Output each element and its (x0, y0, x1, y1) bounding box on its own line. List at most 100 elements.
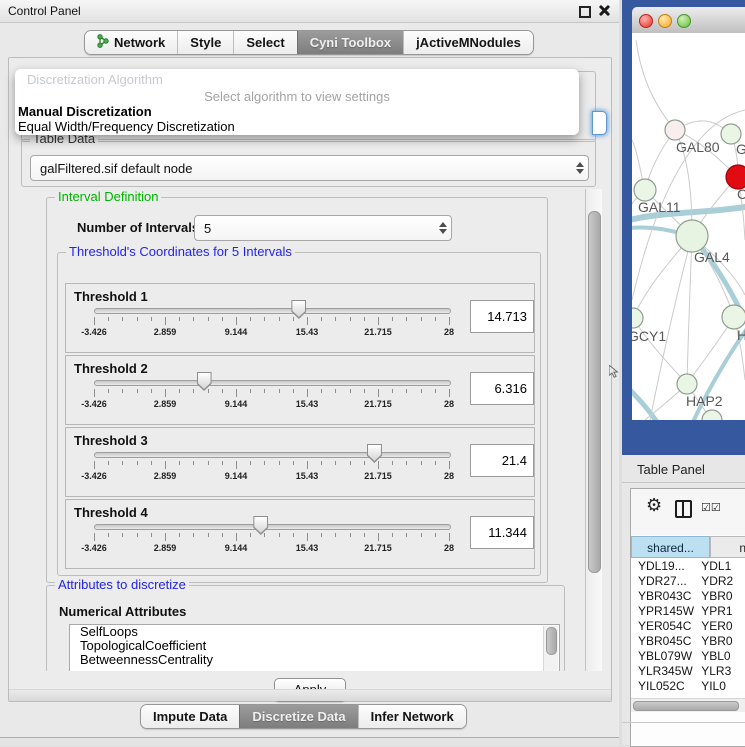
settings-scroll-area: Interval Definition Number of Intervals … (15, 189, 603, 671)
cell-name[interactable]: YER0 (696, 619, 745, 634)
algorithm-combo[interactable] (592, 111, 607, 135)
table-row-ylr345w[interactable]: YLR345WYLR3 (631, 664, 745, 679)
cell-shared-name[interactable]: YER054C (631, 619, 696, 634)
close-icon[interactable] (599, 5, 610, 16)
popup-option-manual-discretization[interactable]: Manual Discretization (18, 104, 152, 119)
algorithm-popup-hint: Select algorithm to view settings (15, 89, 579, 104)
threshold-value-field[interactable]: 14.713 (470, 300, 534, 333)
network-view-frame: GAL80GACGAL11GAL4GCY1HHAP2 (622, 0, 745, 455)
slider-track[interactable] (94, 308, 451, 314)
network-node-gal11[interactable] (634, 179, 656, 201)
slider-tick-labels: -3.4262.8599.14415.4321.71528 (94, 543, 449, 553)
threshold-value-field[interactable]: 21.4 (470, 444, 534, 477)
bottom-tab-discretize-data-label: Discretize Data (252, 709, 345, 724)
tick-label: 15.43 (296, 399, 319, 409)
split-columns-icon[interactable] (675, 500, 692, 518)
cell-name[interactable]: YBR0 (696, 634, 745, 649)
table-data-combo-value: galFiltered.sif default node (31, 161, 572, 176)
apply-button[interactable]: Apply (274, 678, 346, 702)
numerical-attributes-list[interactable]: SelfLoopsTopologicalCoefficientBetweenne… (69, 624, 560, 671)
slider-track[interactable] (94, 524, 451, 530)
table-row-ydr27[interactable]: YDR27...YDR2 (631, 574, 745, 589)
table-row-ypr145w[interactable]: YPR145WYPR1 (631, 604, 745, 619)
table-rows[interactable]: YDL19...YDL1YDR27...YDR2YBR043CYBR0YPR14… (631, 559, 745, 691)
table-row-yil052c[interactable]: YIL052CYIL0 (631, 679, 745, 691)
settings-gear-icon[interactable]: ⚙ (646, 495, 662, 516)
table-data-combo[interactable]: galFiltered.sif default node (30, 155, 589, 181)
tab-jactivemnodules[interactable]: jActiveMNodules (403, 31, 533, 54)
cell-shared-name[interactable]: YBR043C (631, 589, 696, 604)
column-header-shared-name[interactable]: shared... (631, 536, 710, 558)
threshold-panel-4: Threshold 4-3.4262.8599.14415.4321.71528… (65, 499, 535, 569)
cell-name[interactable]: YDL1 (696, 559, 745, 574)
float-window-icon[interactable] (579, 6, 591, 18)
close-traffic-light[interactable] (639, 14, 653, 28)
threshold-value-field[interactable]: 11.344 (470, 516, 534, 549)
cell-shared-name[interactable]: YBL079W (631, 649, 696, 664)
bottom-tab-impute-data[interactable]: Impute Data (141, 705, 239, 728)
network-node[interactable] (702, 410, 722, 420)
table-row-yer054c[interactable]: YER054CYER0 (631, 619, 745, 634)
cell-name[interactable]: YBR0 (696, 589, 745, 604)
node-label-hap2: HAP2 (686, 393, 723, 409)
bottom-tab-impute-data-label: Impute Data (153, 709, 227, 724)
cell-name[interactable]: YBL0 (696, 649, 745, 664)
table-row-ydl19[interactable]: YDL19...YDL1 (631, 559, 745, 574)
number-of-intervals-combo[interactable]: 5 (194, 215, 452, 241)
network-node-gal4[interactable] (676, 220, 708, 252)
zoom-traffic-light[interactable] (677, 14, 691, 28)
threshold-value-field[interactable]: 6.316 (470, 372, 534, 405)
settings-vertical-scrollbar[interactable] (585, 189, 602, 671)
scrollbar-thumb[interactable] (588, 211, 601, 573)
interval-definition-group: Interval Definition Number of Intervals … (46, 197, 548, 583)
scrollbar-thumb[interactable] (633, 701, 739, 711)
tab-select[interactable]: Select (233, 31, 296, 54)
attribute-item-topologicalcoefficient[interactable]: TopologicalCoefficient (70, 639, 559, 653)
tab-cyni-toolbox[interactable]: Cyni Toolbox (297, 31, 403, 54)
network-canvas[interactable]: GAL80GACGAL11GAL4GCY1HHAP2 (632, 33, 745, 420)
bottom-tab-discretize-data[interactable]: Discretize Data (239, 705, 357, 728)
cell-name[interactable]: YPR1 (696, 604, 745, 619)
table-row-ybl079w[interactable]: YBL079WYBL0 (631, 649, 745, 664)
network-node-gcy1[interactable] (632, 308, 643, 328)
attributes-list-scrollbar[interactable] (543, 626, 558, 671)
slider-ticks (94, 533, 449, 542)
cell-shared-name[interactable]: YDR27... (631, 574, 696, 589)
slider-track[interactable] (94, 380, 451, 386)
cell-name[interactable]: YDR2 (696, 574, 745, 589)
tab-network[interactable]: Network (85, 31, 177, 54)
bottom-tab-infer-network[interactable]: Infer Network (358, 705, 466, 728)
number-of-intervals-label: Number of Intervals (77, 220, 199, 235)
table-horizontal-scrollbar[interactable] (631, 698, 745, 712)
cell-shared-name[interactable]: YLR345W (631, 664, 696, 679)
cell-shared-name[interactable]: YDL19... (631, 559, 696, 574)
table-row-ybr043c[interactable]: YBR043CYBR0 (631, 589, 745, 604)
select-columns-checkboxes-icon[interactable]: ☑☑ (701, 501, 721, 514)
column-header-name[interactable]: na (710, 536, 745, 558)
popup-option-equal-width-frequency[interactable]: Equal Width/Frequency Discretization (18, 119, 235, 134)
slider-track[interactable] (94, 452, 451, 458)
table-panel: Table Panel ⚙ ☑☑ shared... na YDL19...YD… (622, 455, 745, 745)
cell-name[interactable]: YLR3 (696, 664, 745, 679)
tab-select-label: Select (246, 35, 284, 50)
cell-shared-name[interactable]: YPR145W (631, 604, 696, 619)
node-label-c: C (737, 186, 745, 202)
mouse-cursor (609, 365, 619, 378)
threshold-label: Threshold 3 (74, 433, 148, 448)
tick-label: -3.426 (81, 327, 107, 337)
cell-shared-name[interactable]: YIL052C (631, 679, 696, 691)
tab-style[interactable]: Style (177, 31, 233, 54)
cell-shared-name[interactable]: YBR045C (631, 634, 696, 649)
attribute-item-betweennesscentrality[interactable]: BetweennessCentrality (70, 653, 559, 667)
minimize-traffic-light[interactable] (658, 14, 672, 28)
table-row-ybr045c[interactable]: YBR045CYBR0 (631, 634, 745, 649)
cell-name[interactable]: YIL0 (696, 679, 745, 691)
attribute-item-selfloops[interactable]: SelfLoops (70, 625, 559, 639)
network-node-h[interactable] (722, 305, 745, 329)
threshold-panel-1: Threshold 1-3.4262.8599.14415.4321.71528… (65, 283, 535, 353)
network-window-titlebar[interactable] (632, 7, 745, 34)
network-node-hap2[interactable] (677, 374, 697, 394)
top-tab-bar: NetworkStyle Select Cyni ToolboxjActiveMNo… (84, 30, 534, 55)
network-node-gal80[interactable] (665, 120, 685, 140)
tick-label: 2.859 (154, 399, 177, 409)
